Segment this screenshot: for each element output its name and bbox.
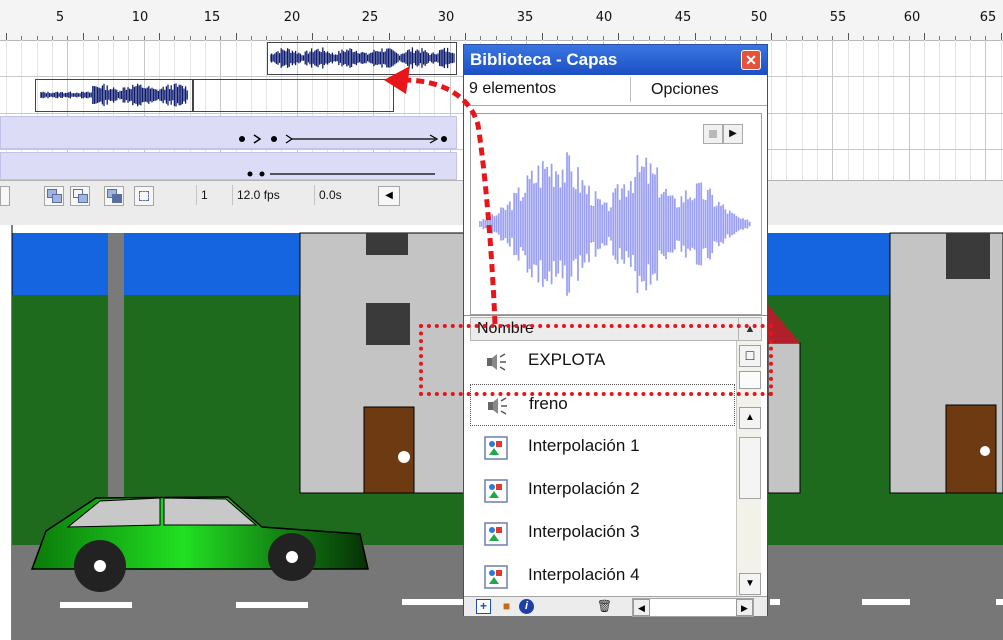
- annotation-layer: [384, 66, 498, 325]
- annotation-arrow-line: [403, 77, 498, 325]
- annotation-arrowhead: [384, 66, 410, 94]
